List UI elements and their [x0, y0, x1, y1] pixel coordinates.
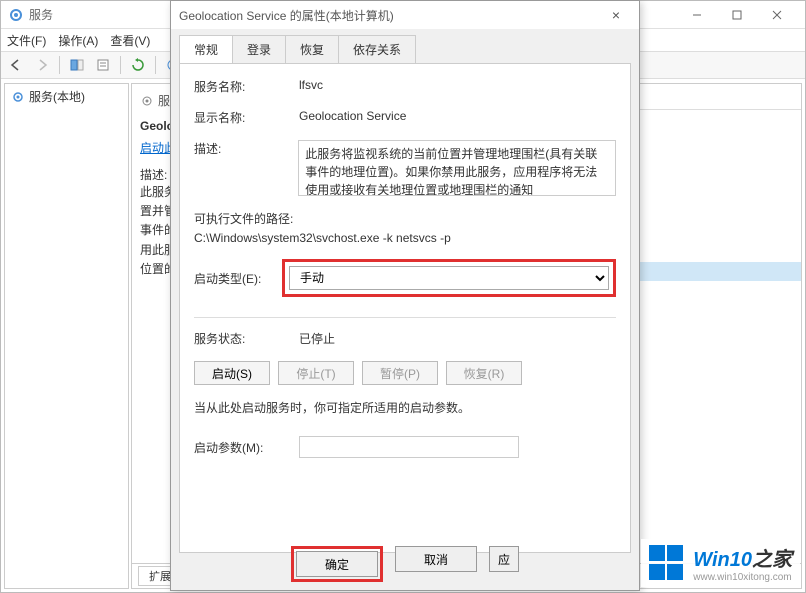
minimize-button[interactable] [677, 3, 717, 27]
menu-file[interactable]: 文件(F) [7, 32, 46, 49]
back-button[interactable] [5, 54, 27, 76]
tab-dependencies[interactable]: 依存关系 [338, 35, 416, 63]
cancel-button[interactable]: 取消 [395, 546, 477, 572]
properties-dialog: Geolocation Service 的属性(本地计算机) × 常规 登录 恢… [170, 0, 640, 591]
windows-logo-icon [649, 545, 685, 581]
watermark: Win10之家 www.win10xitong.com [641, 539, 800, 587]
value-service-name: lfsvc [299, 78, 616, 95]
refresh-icon[interactable] [127, 54, 149, 76]
label-exec-path: 可执行文件的路径: [194, 210, 616, 227]
tab-logon[interactable]: 登录 [232, 35, 286, 63]
label-description: 描述: [194, 140, 298, 196]
ok-button[interactable]: 确定 [296, 551, 378, 577]
resume-button: 恢复(R) [446, 361, 522, 385]
tab-general[interactable]: 常规 [179, 35, 233, 63]
start-button[interactable]: 启动(S) [194, 361, 270, 385]
tree-services-local[interactable]: 服务(本地) [5, 84, 128, 109]
startup-highlight: 自动(延迟启动)自动手动禁用 [282, 259, 616, 297]
ok-highlight: 确定 [291, 546, 383, 582]
show-hide-icon[interactable] [66, 54, 88, 76]
startup-type-select[interactable]: 自动(延迟启动)自动手动禁用 [289, 266, 609, 290]
services-icon [9, 8, 23, 22]
menu-view[interactable]: 查看(V) [110, 32, 150, 49]
dialog-footer: 确定 取消 应 [171, 546, 639, 582]
watermark-url: www.win10xitong.com [693, 572, 792, 583]
console-tree: 服务(本地) [4, 83, 129, 589]
properties-icon[interactable] [92, 54, 114, 76]
label-display-name: 显示名称: [194, 109, 299, 126]
tab-recovery[interactable]: 恢复 [285, 35, 339, 63]
value-display-name: Geolocation Service [299, 109, 616, 126]
detail-header: 服 [158, 92, 170, 109]
dialog-body: 服务名称: lfsvc 显示名称: Geolocation Service 描述… [179, 63, 631, 553]
description-box[interactable]: 此服务将监视系统的当前位置并管理地理围栏(具有关联事件的地理位置)。如果你禁用此… [298, 140, 616, 196]
separator [194, 317, 616, 318]
label-service-name: 服务名称: [194, 78, 299, 95]
gear-icon [140, 94, 154, 108]
maximize-button[interactable] [717, 3, 757, 27]
dialog-title: Geolocation Service 的属性(本地计算机) [179, 7, 601, 24]
hint-text: 当从此处启动服务时，你可指定所适用的启动参数。 [194, 399, 616, 416]
close-button[interactable] [757, 3, 797, 27]
stop-button: 停止(T) [278, 361, 354, 385]
menu-action[interactable]: 操作(A) [58, 32, 98, 49]
dialog-tabs: 常规 登录 恢复 依存关系 [171, 29, 639, 63]
label-status: 服务状态: [194, 330, 299, 347]
label-startup-type: 启动类型(E): [194, 270, 282, 287]
start-param-input[interactable] [299, 436, 519, 458]
watermark-title: Win10之家 [693, 543, 792, 572]
dialog-close-button[interactable]: × [601, 7, 631, 23]
forward-button[interactable] [31, 54, 53, 76]
label-start-param: 启动参数(M): [194, 439, 299, 456]
dialog-titlebar: Geolocation Service 的属性(本地计算机) × [171, 1, 639, 29]
apply-button[interactable]: 应 [489, 546, 519, 572]
pause-button: 暂停(P) [362, 361, 438, 385]
value-status: 已停止 [299, 330, 616, 347]
value-exec-path: C:\Windows\system32\svchost.exe -k netsv… [194, 231, 616, 245]
